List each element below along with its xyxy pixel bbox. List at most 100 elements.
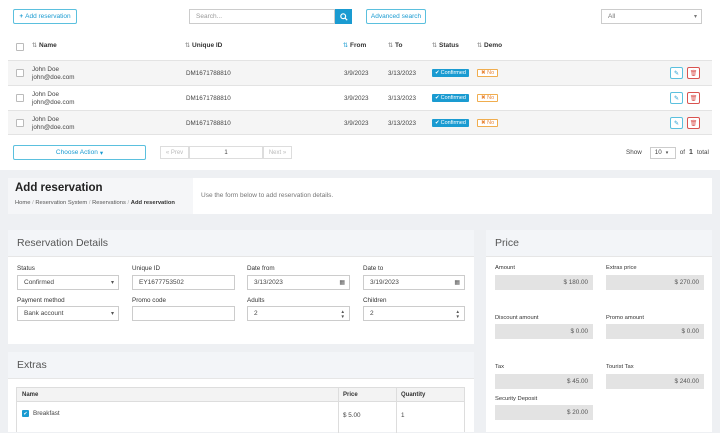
security-deposit-label: Security Deposit <box>495 396 538 402</box>
check-icon: ✔ <box>435 95 440 101</box>
check-icon: ✔ <box>435 120 440 126</box>
delete-button[interactable]: 🗑 <box>687 117 700 129</box>
table-row[interactable]: John Doe john@doe.com DM1671788810 3/9/2… <box>8 60 712 85</box>
status-badge: ✔ Confirmed <box>432 94 469 102</box>
of-label: of <box>679 149 686 156</box>
page-size-control: Show 10 ▾ of 1 total <box>626 146 709 159</box>
header-status-label: Status <box>439 42 459 49</box>
select-all-checkbox[interactable] <box>16 43 24 51</box>
pencil-icon: ✎ <box>673 120 680 127</box>
advanced-search-button[interactable]: Advanced search <box>366 9 426 24</box>
search-input[interactable]: Search... <box>189 9 335 24</box>
per-page-select[interactable]: 10 ▾ <box>649 146 676 159</box>
table-row[interactable]: John Doe john@doe.com DM1671788810 3/9/2… <box>8 85 712 110</box>
choose-action-button[interactable]: Choose Action ▾ <box>13 145 146 160</box>
promo-code-field[interactable] <box>132 306 235 321</box>
date-to-field[interactable]: 3/19/2023 ▦ <box>363 275 465 290</box>
breadcrumb: Home / Reservation System / Reservations… <box>15 200 175 206</box>
row-date-to: 3/13/2023 <box>388 70 417 77</box>
page-header: Add reservation Home / Reservation Syste… <box>8 178 193 214</box>
tax-value: $ 45.00 <box>495 374 593 389</box>
chevron-down-icon: ▾ <box>665 149 669 156</box>
table-row[interactable]: John Doe john@doe.com DM1671788810 3/9/2… <box>8 110 712 135</box>
header-unique-id[interactable]: ⇅ Unique ID <box>185 42 222 49</box>
delete-button[interactable]: 🗑 <box>687 67 700 79</box>
date-from-label: Date from <box>247 265 275 272</box>
status-select[interactable]: Confirmed ▾ <box>17 275 119 290</box>
calendar-icon[interactable]: ▦ <box>339 279 345 286</box>
adults-value: 2 <box>254 310 258 317</box>
promo-code-label: Promo code <box>132 297 166 304</box>
add-reservation-button[interactable]: + Add reservation <box>13 9 77 24</box>
row-checkbox[interactable] <box>16 119 24 127</box>
delete-button[interactable]: 🗑 <box>687 92 700 104</box>
extras-row-price: $ 5.00 <box>343 412 361 419</box>
per-page-value: 10 <box>654 149 662 156</box>
row-date-from: 3/9/2023 <box>344 70 369 77</box>
demo-badge-label: No <box>487 120 495 126</box>
prev-page-button[interactable]: « Prev <box>160 146 189 159</box>
row-email: john@doe.com <box>32 74 75 81</box>
pencil-icon: ✎ <box>673 95 680 102</box>
page-hint: Use the form below to add reservation de… <box>201 192 334 199</box>
chevron-down-icon: ▾ <box>693 14 697 20</box>
page-number-input[interactable]: 1 <box>189 146 263 159</box>
reservations-list-card: + Add reservation Search... Advanced sea… <box>0 0 720 170</box>
filter-select[interactable]: All ▾ <box>601 9 702 24</box>
status-badge-label: Confirmed <box>440 95 466 101</box>
search-button[interactable] <box>335 9 352 24</box>
row-unique-id: DM1671788810 <box>186 95 231 102</box>
header-from-label: From <box>350 42 367 49</box>
children-label: Children <box>363 297 387 304</box>
children-stepper[interactable]: 2 ▲ ▼ <box>363 306 465 321</box>
unique-id-label: Unique ID <box>132 265 161 272</box>
extras-col-qty: Quantity <box>401 392 426 398</box>
payment-method-select[interactable]: Bank account ▾ <box>17 306 119 321</box>
page-title: Add reservation <box>15 182 103 194</box>
breadcrumb-home[interactable]: Home <box>15 200 30 206</box>
unique-id-field[interactable]: EY1677753502 <box>132 275 235 290</box>
header-status[interactable]: ⇅ Status <box>432 42 459 49</box>
breadcrumb-reservation-system[interactable]: Reservation System <box>35 200 87 206</box>
row-checkbox[interactable] <box>16 94 24 102</box>
row-checkbox[interactable] <box>16 69 24 77</box>
extras-col-price: Price <box>343 392 358 398</box>
breadcrumb-current: Add reservation <box>130 200 175 206</box>
status-label: Status <box>17 265 35 272</box>
demo-badge: ✖ No <box>477 69 499 77</box>
total-pages: 1 <box>689 149 693 156</box>
spinner-icon[interactable]: ▲ ▼ <box>341 309 345 319</box>
adults-stepper[interactable]: 2 ▲ ▼ <box>247 306 350 321</box>
header-name[interactable]: ⇅ Name <box>32 42 57 49</box>
section-title: Price <box>495 237 519 249</box>
discount-amount-value: $ 0.00 <box>495 324 593 339</box>
extras-row-checkbox[interactable]: ✔ <box>22 410 29 417</box>
row-unique-id: DM1671788810 <box>186 70 231 77</box>
extras-col-name: Name <box>22 392 39 398</box>
plus-icon: + <box>19 13 24 20</box>
header-demo[interactable]: ⇅ Demo <box>477 42 502 49</box>
edit-button[interactable]: ✎ <box>670 117 683 129</box>
edit-button[interactable]: ✎ <box>670 67 683 79</box>
tourist-tax-label: Tourist Tax <box>606 364 634 370</box>
caret-down-icon: ▾ <box>99 149 104 157</box>
security-deposit-value: $ 20.00 <box>495 405 593 420</box>
trash-icon: 🗑 <box>689 95 698 102</box>
calendar-icon[interactable]: ▦ <box>454 279 460 286</box>
header-to[interactable]: ⇅ To <box>388 42 403 49</box>
add-reservation-label: Add reservation <box>25 13 71 20</box>
check-icon: ✔ <box>435 70 440 76</box>
tax-label: Tax <box>495 364 505 370</box>
spinner-icon[interactable]: ▲ ▼ <box>456 309 460 319</box>
breadcrumb-reservations[interactable]: Reservations <box>92 200 126 206</box>
row-email: john@doe.com <box>32 124 75 131</box>
row-date-from: 3/9/2023 <box>344 95 369 102</box>
choose-action-label: Choose Action <box>55 149 98 156</box>
sort-icon: ⇅ <box>432 43 438 49</box>
date-from-field[interactable]: 3/13/2023 ▦ <box>247 275 350 290</box>
next-page-button[interactable]: Next » <box>263 146 292 159</box>
chevron-down-icon: ▾ <box>110 280 114 286</box>
header-from[interactable]: ⇅ From <box>343 42 366 49</box>
prev-page-label: « Prev <box>165 149 184 156</box>
edit-button[interactable]: ✎ <box>670 92 683 104</box>
